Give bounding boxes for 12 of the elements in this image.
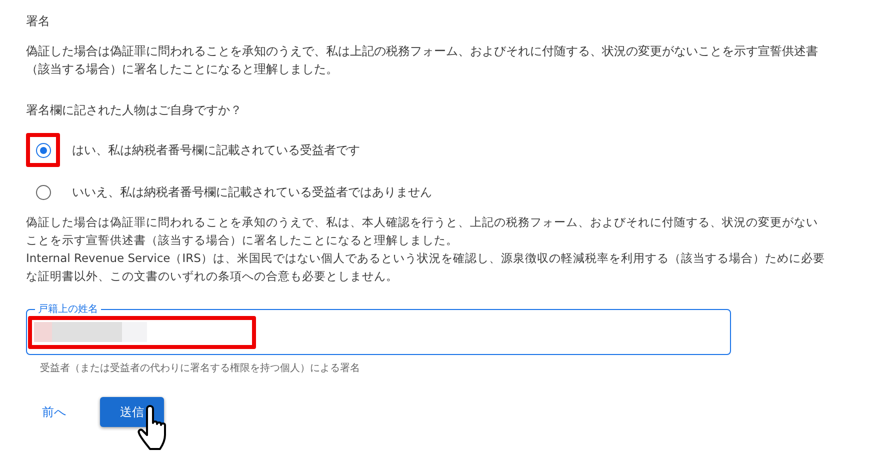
question-text: 署名欄に記された人物はご自身ですか？ [26, 102, 243, 119]
option-label[interactable]: いいえ、私は納税者番号欄に記載されている受益者ではありません [72, 184, 432, 200]
field-label: 戸籍上の姓名 [35, 302, 101, 316]
section-title: 署名 [26, 13, 51, 30]
radio-button[interactable] [36, 142, 50, 158]
statement-text: 偽証した場合は偽証罪に問われることを承知のうえで、私は上記の税務フォーム、およびそれに付随する、状況の変更がないことを示す宣誓供述書（該当する場合）に署名したことになると理解しました。 [26, 43, 819, 78]
helper-text: 受益者（または受益者の代わりに署名する権限を持つ個人）による署名 [40, 362, 361, 375]
option-label[interactable]: はい、私は納税者番号欄に記載されている受益者です [72, 142, 360, 158]
notice-text: Internal Revenue Service（IRS）は、米国民ではない個人であるという状況を確認し、源泉徴収の軽減税率を利用する（該当する場合）ために必要な証明書以外、この文書のいずれの条項への合意も必要としません。 [26, 250, 826, 285]
back-button[interactable]: 前へ [36, 400, 72, 424]
notice-text: 偽証した場合は偽証罪に問われることを承知のうえで、私は、本人確認を行うと、上記の税務フォーム、およびそれに付随する、状況の変更がないことを示す宣誓供述書（該当する場合）に署名したことになると理解しました。 [26, 214, 819, 249]
radio-button[interactable] [36, 184, 50, 200]
